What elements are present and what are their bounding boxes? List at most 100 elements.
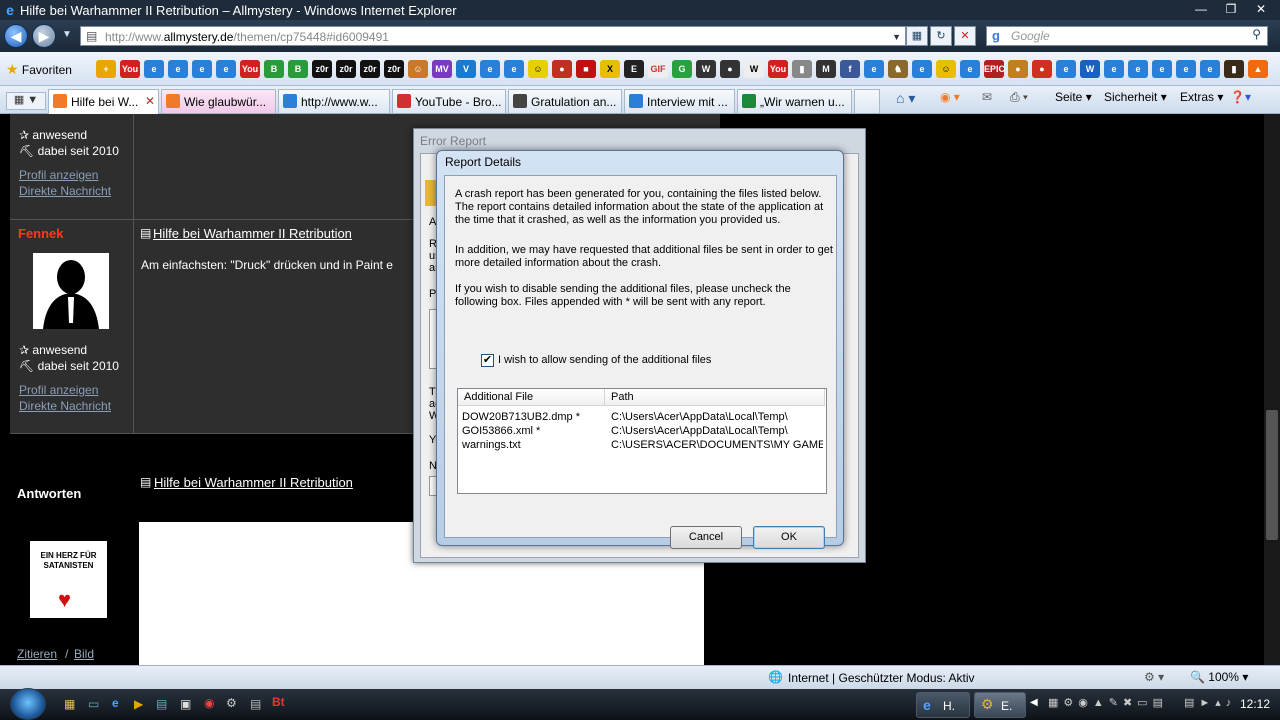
- checkbox-label[interactable]: I wish to allow sending of the additiona…: [498, 354, 711, 366]
- mail-icon[interactable]: ✉: [982, 90, 992, 104]
- app-icon[interactable]: ▣: [180, 697, 191, 711]
- scrollbar-thumb[interactable]: [1266, 410, 1278, 540]
- z0r-fav-icon[interactable]: z0r: [312, 60, 332, 78]
- helmet-fav-icon[interactable]: ●: [552, 60, 572, 78]
- back-button[interactable]: ◀: [4, 24, 28, 48]
- zoom-control[interactable]: 🔍 100% ▾: [1190, 670, 1248, 684]
- g-fav-icon[interactable]: G: [672, 60, 692, 78]
- post-title-link[interactable]: Hilfe bei Warhammer II Retribution: [153, 226, 352, 241]
- maximize-button[interactable]: ❐: [1218, 0, 1244, 18]
- files-listview[interactable]: Additional File Path DOW20B713UB2.dmp * …: [457, 388, 827, 494]
- forward-button[interactable]: ▶: [32, 24, 56, 48]
- print-icon[interactable]: ⎙ ▾: [1010, 90, 1028, 105]
- epic-fav-icon[interactable]: EPIC: [984, 60, 1005, 78]
- page-menu[interactable]: Seite ▾: [1055, 90, 1092, 104]
- steam-icon[interactable]: ⚙: [226, 696, 237, 710]
- face-fav-icon[interactable]: ☺: [408, 60, 428, 78]
- file-name[interactable]: warnings.txt: [462, 439, 602, 451]
- dark-fav-icon[interactable]: ▮: [1224, 60, 1244, 78]
- file-name[interactable]: GOI53866.xml *: [462, 425, 602, 437]
- ie-fav-icon[interactable]: e: [960, 60, 980, 78]
- ie-fav-icon[interactable]: e: [216, 60, 236, 78]
- column-header-path[interactable]: Path: [605, 389, 825, 406]
- tab[interactable]: „Wir warnen u...: [737, 89, 852, 113]
- smiley-fav-icon[interactable]: ☺: [528, 60, 548, 78]
- gif-fav-icon[interactable]: GIF: [648, 60, 668, 78]
- address-dropdown-icon[interactable]: ▼: [892, 29, 901, 45]
- avatar[interactable]: [33, 253, 109, 329]
- ie-fav-icon[interactable]: e: [1128, 60, 1148, 78]
- column-header-file[interactable]: Additional File: [458, 389, 605, 406]
- reply-title-link[interactable]: Hilfe bei Warhammer II Retribution: [154, 475, 353, 490]
- ie-fav-icon[interactable]: e: [1200, 60, 1220, 78]
- profile-link[interactable]: Profil anzeigen: [19, 168, 98, 182]
- orange-fav-icon[interactable]: ▲: [1248, 60, 1268, 78]
- ring-fav-icon[interactable]: ●: [1008, 60, 1028, 78]
- ie-fav-icon[interactable]: e: [864, 60, 884, 78]
- media-icon[interactable]: ▶: [134, 697, 143, 711]
- target-fav-icon[interactable]: ●: [1032, 60, 1052, 78]
- tab[interactable]: http://www.w...: [278, 89, 390, 113]
- bookmark-fav-icon[interactable]: ▮: [792, 60, 812, 78]
- protected-mode-icon[interactable]: ⚙ ▾: [1144, 670, 1164, 684]
- quick-tabs-button[interactable]: ▦ ▼: [6, 92, 46, 110]
- taskbar-ie-button[interactable]: e H.: [916, 692, 970, 718]
- facebook-fav-icon[interactable]: f: [840, 60, 860, 78]
- refresh-icon[interactable]: ↻: [930, 26, 952, 46]
- red-fav-icon[interactable]: ■: [576, 60, 596, 78]
- ball-fav-icon[interactable]: ●: [720, 60, 740, 78]
- wikipedia-fav-icon[interactable]: W: [744, 60, 764, 78]
- search-input[interactable]: g Google ⚲: [986, 26, 1268, 46]
- ie-fav-icon[interactable]: e: [1152, 60, 1172, 78]
- tab-close-icon[interactable]: ✕: [145, 94, 155, 108]
- message-link[interactable]: Direkte Nachricht: [19, 184, 111, 198]
- profile-link[interactable]: Profil anzeigen: [19, 383, 98, 397]
- file-path[interactable]: C:\Users\Acer\AppData\Local\Temp\: [611, 411, 823, 423]
- cancel-button[interactable]: Cancel: [670, 526, 742, 549]
- figure-fav-icon[interactable]: ♞: [888, 60, 908, 78]
- m-fav-icon[interactable]: M: [816, 60, 836, 78]
- z0r-fav-icon[interactable]: z0r: [360, 60, 380, 78]
- tray-icons[interactable]: ▦⚙◉▲✎✖▭▤: [1048, 696, 1168, 709]
- page-scrollbar[interactable]: [1264, 114, 1280, 665]
- username[interactable]: Fennek: [18, 226, 64, 241]
- favorites-button[interactable]: ★ Favoriten: [6, 61, 72, 78]
- youtube-fav-icon[interactable]: You: [120, 60, 140, 78]
- file-path[interactable]: C:\USERS\ACER\DOCUMENTS\MY GAME...: [611, 439, 823, 451]
- mv-fav-icon[interactable]: MV: [432, 60, 452, 78]
- ie-fav-icon[interactable]: e: [480, 60, 500, 78]
- ie-fav-icon[interactable]: e: [192, 60, 212, 78]
- minimize-button[interactable]: —: [1188, 0, 1214, 18]
- chrome-icon[interactable]: ◉: [204, 696, 214, 710]
- youtube-fav-icon[interactable]: You: [240, 60, 260, 78]
- search-icon[interactable]: ⚲: [1252, 27, 1261, 41]
- address-input[interactable]: ▤ http://www.allmystery.de/themen/cp7544…: [80, 26, 906, 46]
- image-link[interactable]: Bild: [74, 647, 94, 661]
- app-icon[interactable]: ▤: [250, 697, 261, 711]
- clock[interactable]: 12:12: [1240, 697, 1270, 711]
- help-icon[interactable]: ❓▾: [1230, 90, 1251, 104]
- stop-icon[interactable]: ✕: [954, 26, 976, 46]
- ie-fav-icon[interactable]: e: [144, 60, 164, 78]
- ie-fav-icon[interactable]: e: [504, 60, 524, 78]
- ie-fav-icon[interactable]: e: [1104, 60, 1124, 78]
- w-fav-icon[interactable]: W: [696, 60, 716, 78]
- start-button[interactable]: [10, 688, 46, 720]
- message-link[interactable]: Direkte Nachricht: [19, 399, 111, 413]
- explorer-icon[interactable]: ▤: [156, 697, 167, 711]
- tab[interactable]: YouTube - Bro...: [392, 89, 506, 113]
- tab-active[interactable]: Hilfe bei W... ✕: [48, 89, 159, 114]
- new-tab-button[interactable]: [854, 89, 880, 113]
- desktop-icon[interactable]: ▭: [88, 697, 99, 711]
- face-fav-icon[interactable]: ☺: [936, 60, 956, 78]
- b-fav-icon[interactable]: B: [264, 60, 284, 78]
- file-path[interactable]: C:\Users\Acer\AppData\Local\Temp\: [611, 425, 823, 437]
- z0r-fav-icon[interactable]: z0r: [384, 60, 404, 78]
- tab[interactable]: Wie glaubwür...: [161, 89, 276, 113]
- bt-icon[interactable]: Bt: [272, 695, 285, 709]
- tray-expand-icon[interactable]: ◀: [1030, 697, 1038, 708]
- ie-fav-icon[interactable]: e: [168, 60, 188, 78]
- taskbar-error-button[interactable]: ⚙ E.: [974, 692, 1026, 718]
- send-files-checkbox[interactable]: ✔: [481, 354, 494, 367]
- z0r-fav-icon[interactable]: z0r: [336, 60, 356, 78]
